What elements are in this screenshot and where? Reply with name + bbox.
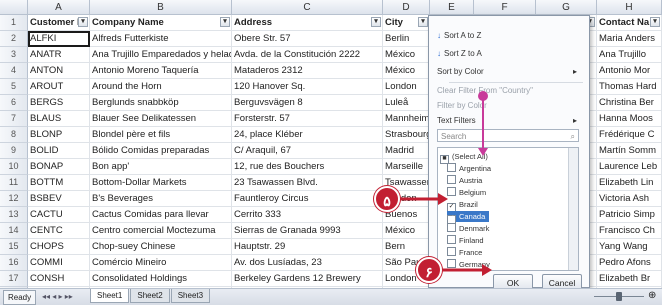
step6-badge: ۶ xyxy=(416,257,442,283)
step6-arrowhead xyxy=(482,264,492,276)
sheet-tab[interactable]: Sheet3 xyxy=(170,289,211,303)
sheet-nav-arrows[interactable]: ◂◂ ◂ ▸ ▸▸ xyxy=(42,290,73,303)
zoom-in-icon[interactable]: ⊕ xyxy=(648,289,656,303)
ready-indicator: Ready xyxy=(3,290,37,305)
sheet-tabs: Sheet1 Sheet2 Sheet3 xyxy=(90,289,211,304)
callout-arrows xyxy=(398,91,492,276)
pointer-arrowhead xyxy=(478,148,488,156)
pointer-dot xyxy=(478,91,488,101)
sheet-tab[interactable]: Sheet1 xyxy=(90,289,130,303)
status-bar: Ready ◂◂ ◂ ▸ ▸▸ Sheet1 Sheet2 Sheet3 ⊕ xyxy=(0,288,662,305)
step5-arrowhead xyxy=(438,193,448,205)
step5-badge: ۵ xyxy=(374,186,400,212)
zoom-slider[interactable] xyxy=(594,292,644,301)
sheet-tab[interactable]: Sheet2 xyxy=(130,289,170,303)
